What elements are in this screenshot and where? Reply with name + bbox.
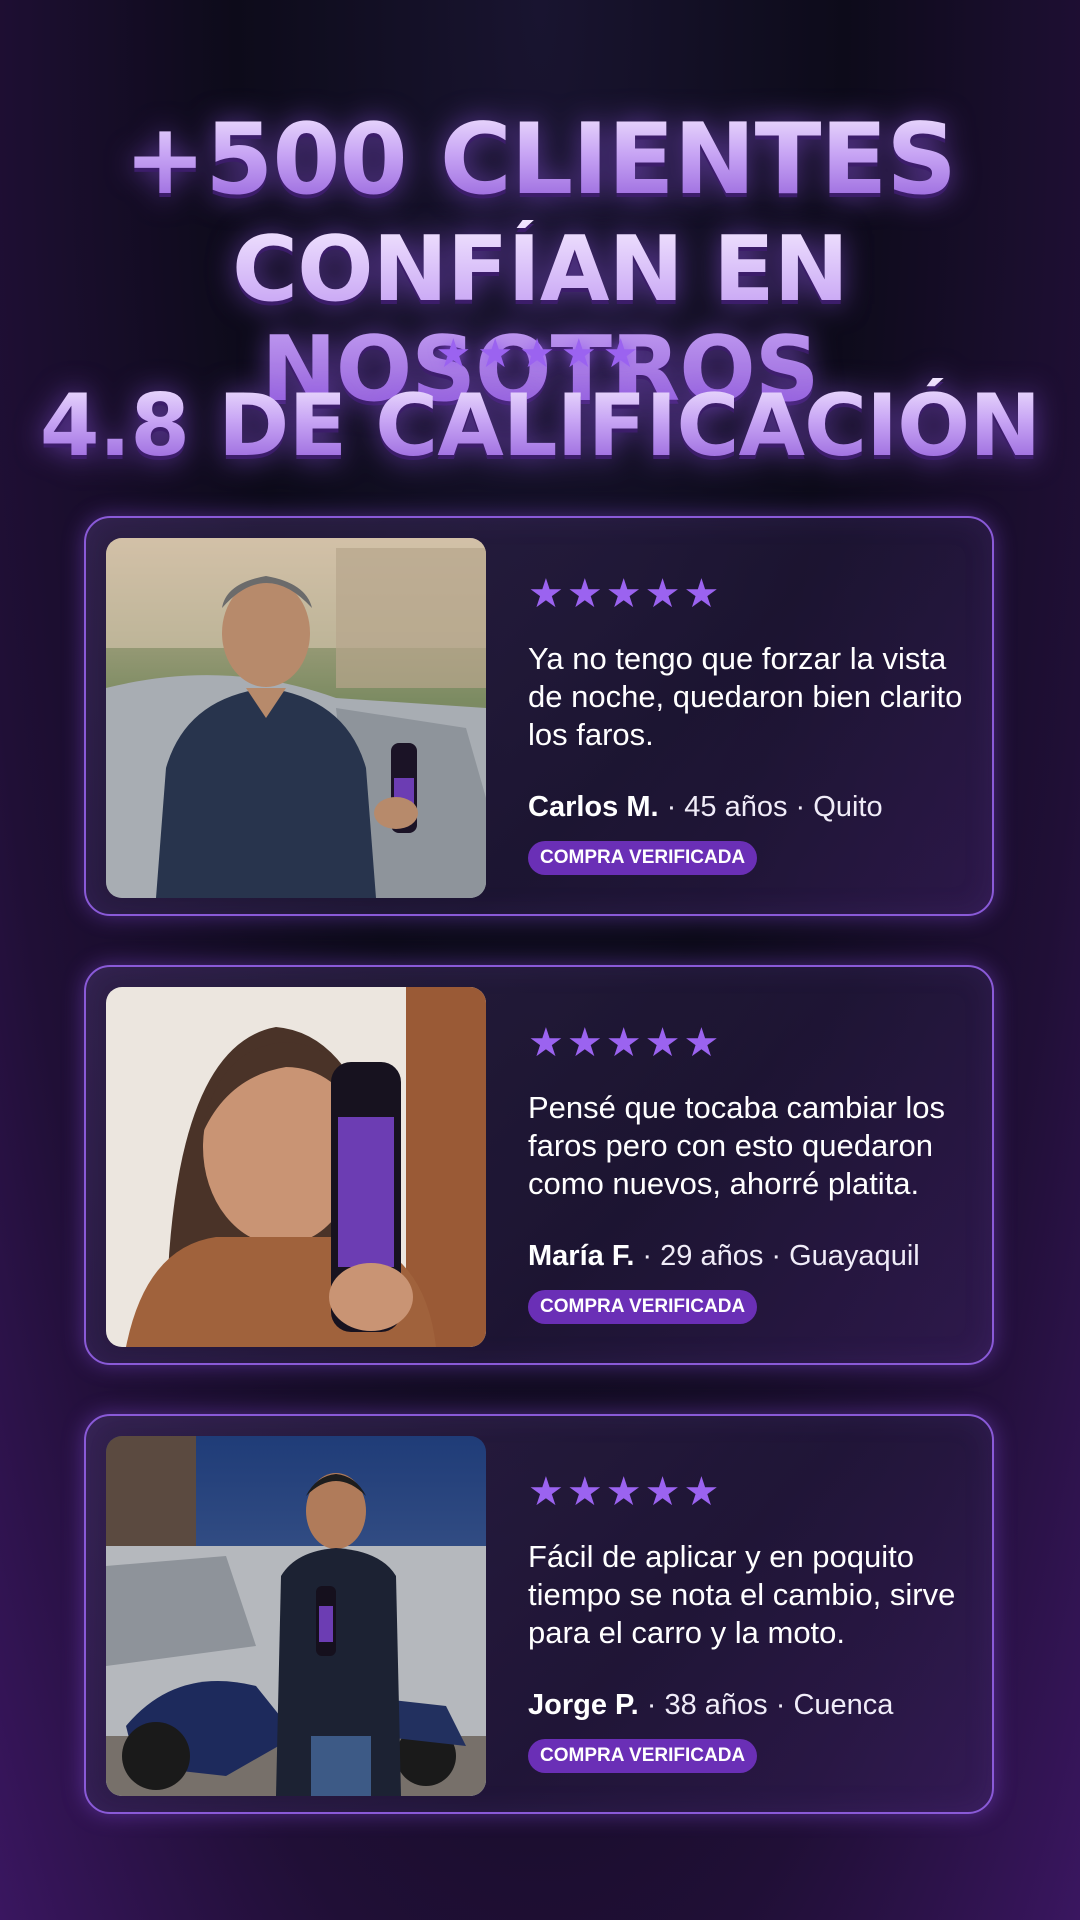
review-stars: ★★★★★: [528, 1469, 723, 1515]
header-rating-stars: ★★★★★: [435, 331, 645, 377]
headline-rating: 4.8 DE CALIFICACIÓN: [0, 378, 1080, 474]
verified-purchase-badge: COMPRA VERIFICADA: [528, 1739, 758, 1773]
reviewer-name: Jorge P.: [528, 1689, 639, 1721]
reviewer-details: · 29 años · Guayaquil: [634, 1240, 920, 1272]
review-content: ★★★★★ Pensé que tocaba cambiar los faros…: [528, 1020, 968, 1324]
review-stars: ★★★★★: [528, 1020, 723, 1066]
review-text: Pensé que tocaba cambiar los faros pero …: [528, 1090, 946, 1201]
reviewer-name: Carlos M.: [528, 791, 659, 823]
review-card: ★★★★★ Fácil de aplicar y en poquito tiem…: [84, 1414, 994, 1814]
headline-clients: +500 CLIENTES: [0, 105, 1080, 215]
review-text: Fácil de aplicar y en poquito tiempo se …: [528, 1539, 956, 1650]
review-content: ★★★★★ Fácil de aplicar y en poquito tiem…: [528, 1469, 968, 1773]
customer-photo-man-car: [106, 538, 486, 898]
review-content: ★★★★★ Ya no tengo que forzar la vista de…: [528, 571, 968, 875]
verified-purchase-badge: COMPRA VERIFICADA: [528, 1290, 758, 1324]
reviewer-details: · 38 años · Cuenca: [638, 1689, 894, 1721]
reviewer-meta: Carlos M. · 45 años · Quito: [528, 790, 883, 824]
reviewer-meta: Jorge P. · 38 años · Cuenca: [528, 1688, 893, 1722]
customer-photo-woman-selfie: [106, 987, 486, 1347]
review-text: Ya no tengo que forzar la vista de noche…: [528, 641, 963, 752]
customer-photo: [106, 987, 486, 1347]
customer-photo: [106, 538, 486, 898]
reviewer-meta: María F. · 29 años · Guayaquil: [528, 1239, 920, 1273]
review-card: ★★★★★ Ya no tengo que forzar la vista de…: [84, 516, 994, 916]
review-card: ★★★★★ Pensé que tocaba cambiar los faros…: [84, 965, 994, 1365]
verified-purchase-badge: COMPRA VERIFICADA: [528, 841, 758, 875]
customer-photo: [106, 1436, 486, 1796]
reviewer-details: · 45 años · Quito: [658, 791, 883, 823]
customer-photo-man-motorcycle: [106, 1436, 486, 1796]
reviewer-name: María F.: [528, 1240, 635, 1272]
review-stars: ★★★★★: [528, 571, 723, 617]
